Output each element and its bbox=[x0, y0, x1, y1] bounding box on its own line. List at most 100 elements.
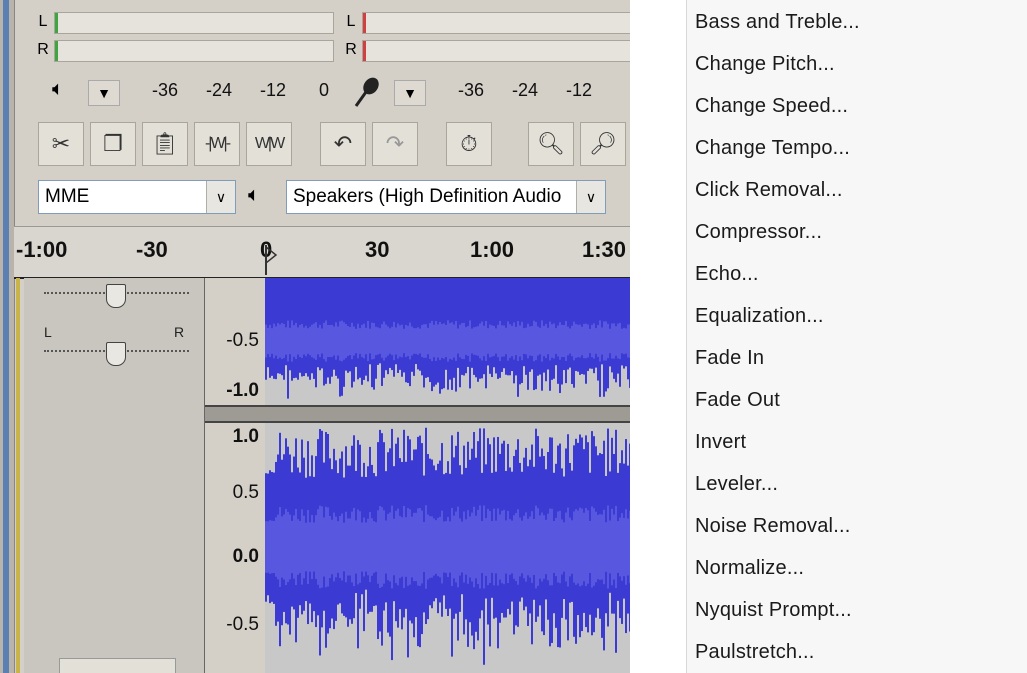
waveform-rms bbox=[461, 323, 463, 359]
menu-item-change-pitch[interactable]: Change Pitch... bbox=[695, 46, 835, 82]
waveform-rms bbox=[607, 323, 609, 359]
play-position-marker[interactable] bbox=[264, 245, 278, 275]
waveform-rms bbox=[309, 326, 311, 356]
waveform-rms bbox=[571, 520, 573, 574]
waveform-rms bbox=[339, 321, 341, 361]
cut-button[interactable]: ✂ bbox=[38, 122, 84, 166]
menu-item-change-speed[interactable]: Change Speed... bbox=[695, 88, 848, 124]
speaker-icon[interactable]: 🔈︎ bbox=[52, 78, 64, 101]
speaker-icon: 🔈︎ bbox=[248, 184, 260, 206]
waveform-rms bbox=[469, 320, 471, 362]
menu-item-paulstretch[interactable]: Paulstretch... bbox=[695, 634, 815, 670]
waveform-rms bbox=[445, 521, 447, 573]
zoom-in-button[interactable]: 🔍︎ bbox=[528, 122, 574, 166]
output-device-select[interactable]: Speakers (High Definition Audio ∨ bbox=[286, 180, 606, 214]
meter-level-indicator bbox=[363, 41, 366, 61]
record-meter-label-r: R bbox=[345, 41, 357, 58]
sync-lock-button[interactable]: ⏱ bbox=[446, 122, 492, 166]
menu-item-noise-removal[interactable]: Noise Removal... bbox=[695, 508, 850, 544]
timeline-label: -30 bbox=[136, 237, 168, 262]
playback-meter-dropdown[interactable]: ▼ bbox=[88, 80, 120, 106]
waveform-rms bbox=[273, 520, 275, 574]
waveform-rms bbox=[537, 326, 539, 356]
menu-item-leveler[interactable]: Leveler... bbox=[695, 466, 778, 502]
waveform-rms bbox=[277, 514, 279, 580]
waveform-rms bbox=[545, 323, 547, 359]
waveform-rms bbox=[387, 326, 389, 356]
waveform-area[interactable] bbox=[265, 278, 630, 673]
waveform-rms bbox=[353, 326, 355, 356]
track-collapse-button[interactable] bbox=[59, 658, 176, 673]
playback-meter-left[interactable] bbox=[54, 12, 334, 34]
undo-button[interactable]: ↶ bbox=[320, 122, 366, 166]
waveform-rms bbox=[613, 323, 615, 359]
amplitude-label: 0.5 bbox=[232, 482, 259, 503]
waveform-rms bbox=[529, 516, 531, 578]
menu-item-normalize[interactable]: Normalize... bbox=[695, 550, 804, 586]
waveform-rms bbox=[397, 508, 399, 586]
record-meter-right[interactable] bbox=[362, 40, 630, 62]
waveform-rms bbox=[601, 327, 603, 355]
playback-meter-right[interactable] bbox=[54, 40, 334, 62]
waveform-rms bbox=[299, 324, 301, 358]
menu-item-click-removal[interactable]: Click Removal... bbox=[695, 172, 843, 208]
trim-button[interactable]: -|W|- bbox=[194, 122, 240, 166]
waveform-rms bbox=[453, 515, 455, 579]
redo-button[interactable]: ↷ bbox=[372, 122, 418, 166]
menu-item-equalization[interactable]: Equalization... bbox=[695, 298, 824, 334]
waveform-rms bbox=[373, 521, 375, 573]
waveform-rms bbox=[429, 516, 431, 578]
zoom-out-button[interactable]: 🔎︎ bbox=[580, 122, 626, 166]
waveform-rms bbox=[557, 511, 559, 583]
audio-host-select[interactable]: MME ∨ bbox=[38, 180, 236, 214]
record-meter-dropdown[interactable]: ▼ bbox=[394, 80, 426, 106]
waveform-rms bbox=[613, 514, 615, 580]
waveform-rms bbox=[271, 328, 273, 354]
waveform-rms bbox=[269, 324, 271, 358]
waveform-rms bbox=[323, 517, 325, 577]
waveform-rms bbox=[543, 325, 545, 357]
record-meter-left[interactable] bbox=[362, 12, 630, 34]
timeline-ruler[interactable]: -1:00 -30 0 30 1:00 1:30 bbox=[14, 226, 630, 279]
waveform-rms bbox=[407, 508, 409, 586]
track-separator[interactable] bbox=[205, 405, 630, 423]
waveform-rms bbox=[533, 320, 535, 362]
waveform-sample bbox=[419, 278, 421, 371]
waveform-rms bbox=[457, 506, 459, 588]
redo-icon: ↷ bbox=[385, 131, 405, 156]
waveform-rms bbox=[555, 328, 557, 354]
copy-button[interactable]: ❐ bbox=[90, 122, 136, 166]
waveform-rms bbox=[543, 515, 545, 579]
pan-slider-knob[interactable] bbox=[106, 342, 126, 366]
waveform-rms bbox=[327, 507, 329, 587]
waveform-sample bbox=[389, 278, 391, 368]
waveform-rms bbox=[441, 324, 443, 358]
waveform-rms bbox=[509, 324, 511, 358]
gain-slider-knob[interactable] bbox=[106, 284, 126, 308]
waveform-rms bbox=[615, 326, 617, 356]
menu-item-bass-and-treble[interactable]: Bass and Treble... bbox=[695, 4, 860, 40]
waveform-rms bbox=[509, 519, 511, 575]
waveform-rms bbox=[553, 521, 555, 573]
waveform-rms bbox=[275, 326, 277, 356]
waveform-rms bbox=[485, 320, 487, 362]
waveform-rms bbox=[287, 320, 289, 362]
waveform-rms bbox=[343, 322, 345, 360]
meter-level-indicator bbox=[55, 41, 58, 61]
waveform-rms bbox=[585, 323, 587, 359]
menu-item-fade-out[interactable]: Fade Out bbox=[695, 382, 780, 418]
microphone-icon[interactable] bbox=[352, 76, 382, 110]
waveform-rms bbox=[475, 326, 477, 356]
paste-button[interactable]: 📋︎ bbox=[142, 122, 188, 166]
menu-item-change-tempo[interactable]: Change Tempo... bbox=[695, 130, 850, 166]
menu-item-compressor[interactable]: Compressor... bbox=[695, 214, 822, 250]
waveform-rms bbox=[511, 520, 513, 574]
waveform-rms bbox=[321, 506, 323, 588]
menu-item-echo[interactable]: Echo... bbox=[695, 256, 759, 292]
silence-button[interactable]: W|W bbox=[246, 122, 292, 166]
menu-item-invert[interactable]: Invert bbox=[695, 424, 746, 460]
waveform-rms bbox=[625, 509, 627, 585]
waveform-rms bbox=[505, 520, 507, 574]
menu-item-nyquist-prompt[interactable]: Nyquist Prompt... bbox=[695, 592, 852, 628]
menu-item-fade-in[interactable]: Fade In bbox=[695, 340, 764, 376]
